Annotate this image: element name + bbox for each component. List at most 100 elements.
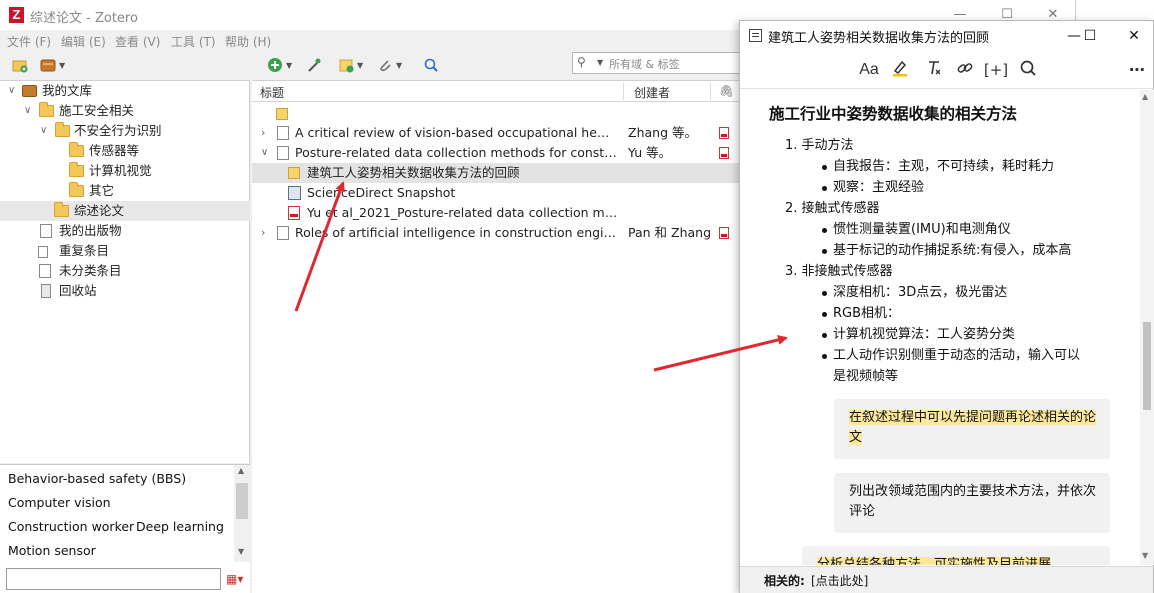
search-placeholder: 所有域 & 标签 xyxy=(609,58,680,71)
snapshot-icon xyxy=(288,186,301,200)
bullet-icon xyxy=(822,186,827,191)
item-creator: Zhang 等。 xyxy=(628,125,697,140)
menu-edit[interactable]: 编辑 (E) xyxy=(61,33,106,50)
collection-unfiled[interactable]: 未分类条目 xyxy=(0,261,250,281)
scrollbar-thumb[interactable] xyxy=(1143,322,1151,410)
scroll-down-icon[interactable]: ▼ xyxy=(1142,551,1148,560)
advanced-search-button[interactable] xyxy=(423,55,439,75)
highlight-icon[interactable] xyxy=(889,59,911,81)
column-divider[interactable] xyxy=(623,83,624,100)
card-text: 在叙述过程中可以先提问题再论述相关的论 xyxy=(849,410,1097,425)
note-icon xyxy=(276,108,288,120)
column-divider[interactable] xyxy=(710,83,711,100)
item-title: Posture-related data collection methods … xyxy=(295,145,617,160)
folder-icon xyxy=(69,162,84,177)
pdf-attachment-icon[interactable] xyxy=(719,147,729,159)
tag-actions-icon[interactable]: ▦▾ xyxy=(226,572,243,586)
folder-icon xyxy=(69,182,84,197)
collection-label: 我的出版物 xyxy=(59,223,122,238)
collapse-icon[interactable]: ∨ xyxy=(24,101,31,121)
tag-computer-vision[interactable]: Computer vision xyxy=(8,495,111,510)
tag-scrollbar[interactable]: ▲ ▼ xyxy=(234,465,250,562)
scroll-up-icon[interactable]: ▲ xyxy=(238,466,244,475)
collapse-icon[interactable]: ∨ xyxy=(40,121,47,141)
tag-construction-worker[interactable]: Construction worker xyxy=(8,519,134,534)
note-icon xyxy=(288,167,300,179)
column-title-header[interactable]: 标题 xyxy=(260,84,284,101)
collapse-icon[interactable]: ∨ xyxy=(8,81,15,101)
pdf-attachment-icon[interactable] xyxy=(719,227,729,239)
bullet-text-continued: 是视频帧等 xyxy=(833,369,899,384)
note-editor[interactable]: 施工行业中姿势数据收集的相关方法 1. 手动方法 自我报告：主观，不可持续，耗时… xyxy=(740,90,1140,565)
tag-deep-learning[interactable]: Deep learning xyxy=(136,519,224,534)
pdf-attachment-icon[interactable] xyxy=(719,127,729,139)
collection-other[interactable]: 其它 xyxy=(0,181,250,201)
card-text: 文 xyxy=(849,430,863,445)
card-text: 列出改领域范围内的主要技术方法，并依次 xyxy=(849,484,1097,499)
related-link[interactable]: [点击此处] xyxy=(811,572,868,589)
clear-format-icon[interactable] xyxy=(923,59,945,81)
bullet-text: 工人动作识别侧重于动态的活动，输入可以 xyxy=(833,348,1081,363)
comment-card[interactable]: 分析总结各种方法，可实施性及目前进展 xyxy=(802,546,1110,565)
new-library-button[interactable]: ▼ xyxy=(40,55,65,75)
scroll-down-icon[interactable]: ▼ xyxy=(238,547,244,556)
note-maximize-button[interactable]: ☐ xyxy=(1073,24,1107,48)
comment-card[interactable]: 在叙述过程中可以先提问题再论述相关的论 文 xyxy=(834,399,1110,459)
collection-construction-safety[interactable]: ∨ 施工安全相关 xyxy=(0,101,250,121)
item-title: 建筑工人姿势相关数据收集方法的回顾 xyxy=(307,165,520,180)
tag-bbs[interactable]: Behavior-based safety (BBS) xyxy=(8,471,186,486)
new-note-button[interactable]: ▼ xyxy=(338,55,363,75)
collection-review-papers[interactable]: 综述论文 xyxy=(0,201,250,221)
insert-citation-button[interactable]: [+] xyxy=(983,59,1009,81)
search-icon[interactable] xyxy=(1017,59,1039,81)
note-window-title: 建筑工人姿势相关数据收集方法的回顾 xyxy=(768,31,990,46)
menu-view[interactable]: 查看 (V) xyxy=(115,33,160,50)
note-close-button[interactable]: ✕ xyxy=(1117,24,1151,48)
tag-filter-input[interactable] xyxy=(6,568,221,590)
note-icon xyxy=(338,57,354,73)
note-window-icon xyxy=(749,29,762,42)
collection-trash[interactable]: 回收站 xyxy=(0,281,250,301)
more-icon[interactable]: ⋯ xyxy=(1126,59,1148,81)
comment-card[interactable]: 列出改领域范围内的主要技术方法，并依次 评论 xyxy=(834,473,1110,533)
collection-my-publications[interactable]: 我的出版物 xyxy=(0,221,250,241)
text-format-button[interactable]: Aa xyxy=(858,59,880,81)
menu-file[interactable]: 文件 (F) xyxy=(7,33,51,50)
library-icon xyxy=(40,57,56,73)
bullet-text: 深度相机：3D点云，极光雷达 xyxy=(833,285,1008,300)
collection-label: 其它 xyxy=(89,183,115,198)
search-mode-caret-icon[interactable]: ▼ xyxy=(597,58,603,67)
search-field[interactable]: ⚲ ▼ 所有域 & 标签 xyxy=(572,52,740,74)
collection-duplicates[interactable]: 重复条目 xyxy=(0,241,250,261)
column-creator-header[interactable]: 创建者 xyxy=(634,84,670,101)
new-item-button[interactable]: ▼ xyxy=(267,55,292,75)
add-attachment-button[interactable]: ▼ xyxy=(377,55,402,75)
bullet-icon xyxy=(822,291,827,296)
zotero-logo-icon: Z xyxy=(9,7,24,23)
attachment-column-icon[interactable]: 🖇 xyxy=(719,84,734,98)
collection-unsafe-behavior[interactable]: ∨ 不安全行为识别 xyxy=(0,121,250,141)
item-title: Roles of artificial intelligence in cons… xyxy=(295,225,617,240)
add-by-identifier-button[interactable] xyxy=(306,55,322,75)
collection-computer-vision[interactable]: 计算机视觉 xyxy=(0,161,250,181)
collapse-icon[interactable]: ∨ xyxy=(261,143,268,163)
expand-icon[interactable]: › xyxy=(261,123,265,143)
note-scrollbar[interactable]: ▲ ▼ xyxy=(1140,90,1154,565)
menu-tools[interactable]: 工具 (T) xyxy=(171,33,216,50)
collection-label: 传感器等 xyxy=(89,143,140,158)
tag-selector: Behavior-based safety (BBS) Computer vis… xyxy=(0,464,250,593)
link-icon[interactable] xyxy=(954,59,976,81)
collection-sensors[interactable]: 传感器等 xyxy=(0,141,250,161)
folder-icon xyxy=(54,202,69,217)
menu-help[interactable]: 帮助 (H) xyxy=(225,33,271,50)
bullet-text: 惯性测量装置(IMU)和电测角仪 xyxy=(833,222,1011,237)
card-text: 评论 xyxy=(849,504,876,519)
new-collection-button[interactable] xyxy=(12,55,28,75)
tag-motion-sensor[interactable]: Motion sensor xyxy=(8,543,96,558)
scroll-up-icon[interactable]: ▲ xyxy=(1142,92,1148,101)
pdf-icon xyxy=(288,206,300,220)
collection-my-library[interactable]: ∨ 我的文库 xyxy=(0,81,250,101)
document-icon xyxy=(277,126,289,140)
expand-icon[interactable]: › xyxy=(261,223,265,243)
scrollbar-thumb[interactable] xyxy=(236,483,248,519)
